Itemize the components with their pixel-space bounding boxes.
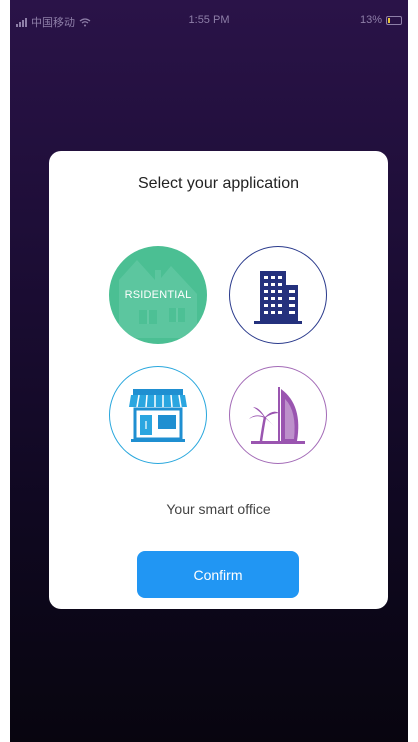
application-selection-dialog: Select your application RSIDENTIAL Your … (49, 151, 388, 609)
option-office[interactable] (229, 246, 327, 344)
confirm-button[interactable]: Confirm (137, 551, 299, 598)
storefront-icon (129, 389, 187, 442)
status-right: 13% (360, 14, 402, 26)
office-building-icon (254, 271, 302, 324)
option-hotel[interactable] (229, 366, 327, 464)
phone-screen: 中国移动 1:55 PM 13% Select your application (10, 0, 408, 742)
status-bar: 中国移动 1:55 PM 13% (10, 0, 408, 40)
option-retail[interactable] (109, 366, 207, 464)
status-time: 1:55 PM (188, 14, 230, 26)
option-residential-label: RSIDENTIAL (124, 289, 192, 301)
application-description: Your smart office (166, 501, 271, 517)
option-residential[interactable]: RSIDENTIAL (109, 246, 207, 344)
battery-percentage: 13% (359, 14, 382, 26)
battery-icon (386, 15, 402, 25)
burj-al-arab-palm-icon (249, 387, 305, 444)
dialog-title: Select your application (138, 175, 299, 192)
